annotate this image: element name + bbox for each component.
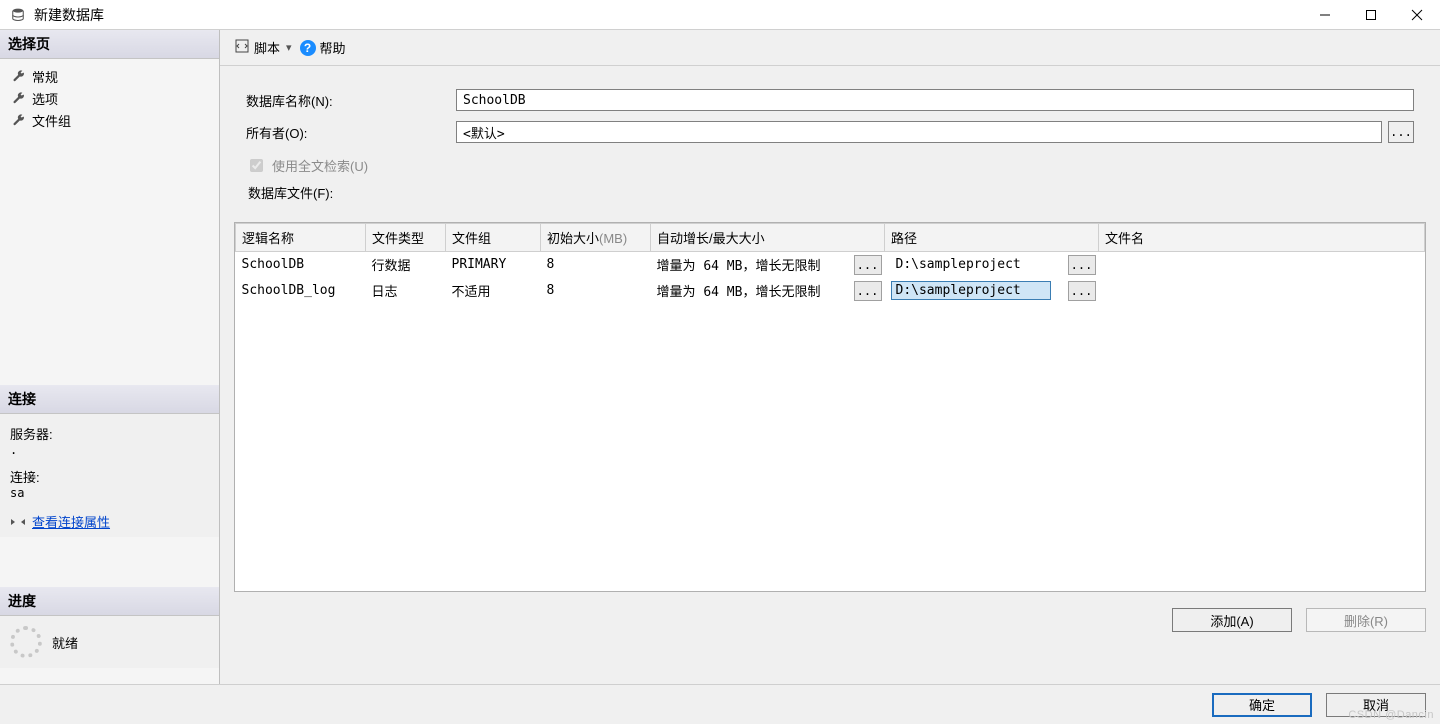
- col-path[interactable]: 路径: [885, 224, 1099, 252]
- path-browse-button[interactable]: ...: [1068, 281, 1096, 301]
- path-browse-button[interactable]: ...: [1068, 255, 1096, 275]
- grid-action-buttons: 添加(A) 删除(R): [234, 600, 1426, 632]
- progress-status: 就绪: [52, 633, 78, 652]
- nav-options[interactable]: 选项: [6, 87, 213, 109]
- files-section-label: 数据库文件(F):: [248, 183, 1414, 202]
- left-pane: 选择页 常规 选项 文件组 连接: [0, 30, 220, 684]
- cell-autogrowth[interactable]: 增量为 64 MB，增长无限制: [651, 278, 851, 304]
- owner-input[interactable]: [456, 121, 1382, 143]
- dropdown-caret-icon: ▾: [284, 41, 292, 54]
- col-filegroup[interactable]: 文件组: [446, 224, 541, 252]
- script-label: 脚本: [254, 38, 280, 57]
- nav-item-label: 常规: [32, 67, 58, 86]
- col-filename[interactable]: 文件名: [1099, 224, 1425, 252]
- owner-label: 所有者(O):: [246, 123, 456, 142]
- autogrowth-edit-button[interactable]: ...: [854, 281, 882, 301]
- cell-initial-size[interactable]: 8: [541, 278, 651, 304]
- cell-filegroup[interactable]: 不适用: [446, 278, 541, 304]
- minimize-button[interactable]: [1302, 0, 1348, 30]
- cell-initial-size[interactable]: 8: [541, 252, 651, 278]
- nav-item-label: 文件组: [32, 111, 71, 130]
- server-value: .: [10, 443, 209, 457]
- title-bar: 新建数据库: [0, 0, 1440, 30]
- help-button[interactable]: ? 帮助: [300, 38, 346, 57]
- cell-file-type[interactable]: 行数据: [366, 252, 446, 278]
- select-page-list: 常规 选项 文件组: [0, 59, 219, 137]
- progress-block: 就绪: [0, 616, 219, 668]
- col-initial-size[interactable]: 初始大小(MB): [541, 224, 651, 252]
- script-dropdown[interactable]: 脚本 ▾: [234, 38, 292, 57]
- nav-filegroups[interactable]: 文件组: [6, 109, 213, 131]
- connection-block: 服务器: . 连接: sa 查看连接属性: [0, 414, 219, 537]
- connection-properties-icon: [10, 515, 26, 529]
- fulltext-label: 使用全文检索(U): [272, 156, 368, 175]
- col-autogrowth[interactable]: 自动增长/最大大小: [651, 224, 885, 252]
- cell-autogrowth[interactable]: 增量为 64 MB，增长无限制: [651, 252, 851, 278]
- form-area: 数据库名称(N): 所有者(O): ... 使用全文检索(U) 数据库文件(F)…: [234, 76, 1426, 216]
- help-label: 帮助: [320, 38, 346, 57]
- add-button[interactable]: 添加(A): [1172, 608, 1292, 632]
- database-icon: [10, 7, 26, 23]
- toolbar: 脚本 ▾ ? 帮助: [220, 30, 1440, 66]
- remove-button: 删除(R): [1306, 608, 1426, 632]
- col-file-type[interactable]: 文件类型: [366, 224, 446, 252]
- cell-filename[interactable]: [1099, 252, 1425, 278]
- nav-general[interactable]: 常规: [6, 65, 213, 87]
- ok-button[interactable]: 确定: [1212, 693, 1312, 717]
- files-grid[interactable]: 逻辑名称 文件类型 文件组 初始大小(MB) 自动增长/最大大小 路径 文件名 …: [234, 222, 1426, 592]
- script-icon: [234, 38, 250, 57]
- view-connection-properties-link[interactable]: 查看连接属性: [32, 512, 110, 531]
- col-logical-name[interactable]: 逻辑名称: [236, 224, 366, 252]
- progress-spinner-icon: [10, 626, 42, 658]
- table-row[interactable]: SchoolDB 行数据 PRIMARY 8 增量为 64 MB，增长无限制 .…: [236, 252, 1425, 278]
- help-icon: ?: [300, 40, 316, 56]
- cell-file-type[interactable]: 日志: [366, 278, 446, 304]
- close-button[interactable]: [1394, 0, 1440, 30]
- owner-browse-button[interactable]: ...: [1388, 121, 1414, 143]
- fulltext-checkbox: [250, 159, 263, 172]
- window-title: 新建数据库: [34, 5, 104, 25]
- cancel-button[interactable]: 取消: [1326, 693, 1426, 717]
- connect-label: 连接:: [10, 467, 209, 486]
- cell-logical-name[interactable]: SchoolDB_log: [236, 278, 366, 304]
- cell-filegroup[interactable]: PRIMARY: [446, 252, 541, 278]
- server-label: 服务器:: [10, 424, 209, 443]
- cell-logical-name[interactable]: SchoolDB: [236, 252, 366, 278]
- connect-value: sa: [10, 486, 209, 500]
- wrench-icon: [12, 69, 26, 83]
- db-name-label: 数据库名称(N):: [246, 91, 456, 110]
- progress-header: 进度: [0, 587, 219, 616]
- connection-header: 连接: [0, 385, 219, 414]
- cell-path[interactable]: D:\sampleproject: [885, 252, 1065, 278]
- autogrowth-edit-button[interactable]: ...: [854, 255, 882, 275]
- cell-path[interactable]: D:\sampleproject: [885, 278, 1065, 304]
- db-name-input[interactable]: [456, 89, 1414, 111]
- nav-item-label: 选项: [32, 89, 58, 108]
- wrench-icon: [12, 91, 26, 105]
- maximize-button[interactable]: [1348, 0, 1394, 30]
- table-row[interactable]: SchoolDB_log 日志 不适用 8 增量为 64 MB，增长无限制 ..…: [236, 278, 1425, 304]
- select-page-header: 选择页: [0, 30, 219, 59]
- wrench-icon: [12, 113, 26, 127]
- right-pane: 脚本 ▾ ? 帮助 数据库名称(N): 所有者(O): ... 使用全文检索(U…: [220, 30, 1440, 684]
- dialog-footer: 确定 取消: [0, 684, 1440, 724]
- cell-filename[interactable]: [1099, 278, 1425, 304]
- fulltext-checkbox-row: 使用全文检索(U): [246, 156, 1414, 175]
